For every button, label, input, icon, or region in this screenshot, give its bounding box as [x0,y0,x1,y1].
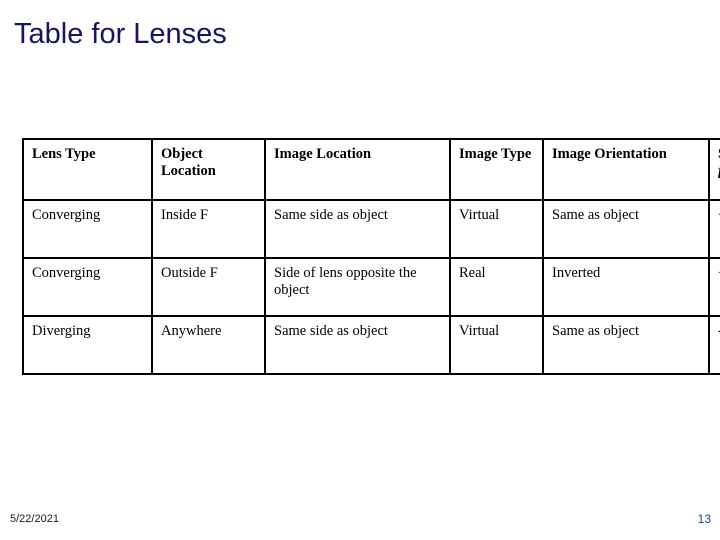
footer-date: 5/22/2021 [10,513,59,525]
cell-image-location: Same side as object [264,315,451,375]
table-row: Converging Outside F Side of lens opposi… [22,257,720,317]
column-header-sign-of: Sign of f, s', m [708,138,720,201]
lens-table-container: Lens Type Object Location Image Location… [22,138,720,375]
cell-sign: +, -, + [708,199,720,259]
slide-canvas: Table for Lenses Lens Type Object Locati… [0,0,720,540]
table-row: Converging Inside F Same side as object … [22,199,720,259]
column-header-image-type: Image Type [449,138,544,201]
table-body: Converging Inside F Same side as object … [22,199,720,375]
page-title: Table for Lenses [14,18,227,50]
cell-lens-type: Converging [22,257,153,317]
cell-lens-type: Diverging [22,315,153,375]
cell-image-location: Same side as object [264,199,451,259]
table-row: Diverging Anywhere Same side as object V… [22,315,720,375]
column-header-image-location: Image Location [264,138,451,201]
cell-image-type: Virtual [449,199,544,259]
table-header: Lens Type Object Location Image Location… [22,138,720,201]
table-header-row: Lens Type Object Location Image Location… [22,138,720,201]
cell-lens-type: Converging [22,199,153,259]
cell-image-orientation: Inverted [542,257,710,317]
footer-page-number: 13 [697,512,711,526]
column-header-image-orientation: Image Orientation [542,138,710,201]
cell-object-location: Outside F [151,257,266,317]
cell-sign: +, +, - [708,257,720,317]
cell-image-orientation: Same as object [542,199,710,259]
cell-image-type: Virtual [449,315,544,375]
cell-image-orientation: Same as object [542,315,710,375]
cell-sign: -, -, + [708,315,720,375]
cell-object-location: Anywhere [151,315,266,375]
cell-object-location: Inside F [151,199,266,259]
column-header-object-location: Object Location [151,138,266,201]
cell-image-type: Real [449,257,544,317]
cell-image-location: Side of lens opposite the object [264,257,451,317]
column-header-lens-type: Lens Type [22,138,153,201]
lens-table: Lens Type Object Location Image Location… [22,138,720,375]
